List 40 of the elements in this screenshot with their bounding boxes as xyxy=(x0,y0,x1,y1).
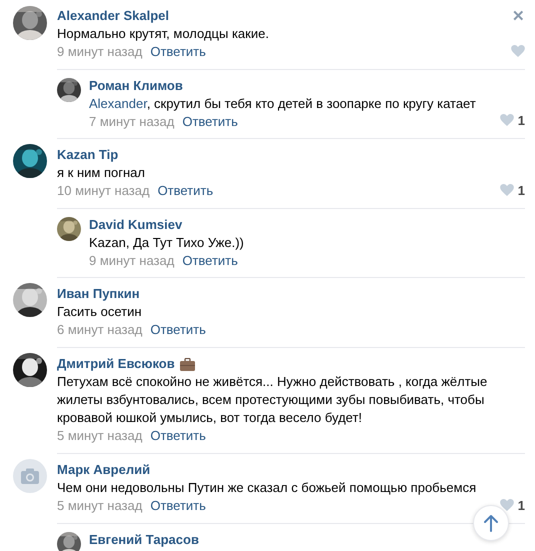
comment-text: Чем они недовольны Путин же сказал с божьей помощью пробьемся xyxy=(57,479,478,497)
heart-icon[interactable] xyxy=(500,114,514,126)
comment-text: Alexander, скрутил бы тебя кто детей в зоопарке по кругу катает xyxy=(89,95,477,113)
author-name[interactable]: David Kumsiev xyxy=(89,216,182,234)
reply-link[interactable]: Ответить xyxy=(150,321,206,339)
like-count: 1 xyxy=(518,498,525,512)
briefcase-icon xyxy=(180,358,195,370)
reply-link[interactable]: Ответить xyxy=(182,252,238,270)
comment-text: Петухам всё спокойно не живётся... Нужно действовать , когда жёлтые жилеты взбунтовались, всем протестующими зубы повыбивать, чтобы кровавой юшкой умылись, вот тогда весело будет! xyxy=(57,373,488,427)
reply-link[interactable]: Ответить xyxy=(182,113,238,131)
author-name[interactable]: Alexander Skalpel xyxy=(57,7,169,25)
like-count: 1 xyxy=(518,182,525,198)
comment-time: 6 минут назад xyxy=(57,321,142,339)
heart-icon[interactable] xyxy=(500,499,514,511)
comment-text: я к ним погнал xyxy=(57,164,146,182)
comment-time: 9 минут назад xyxy=(89,252,174,270)
like-count: 1 xyxy=(518,112,525,128)
comment-text: Нормально крутят, молодцы какие. xyxy=(57,25,270,43)
comment-time: 5 минут назад xyxy=(57,427,142,445)
reply-link[interactable]: Ответить xyxy=(150,427,206,445)
heart-icon[interactable] xyxy=(500,184,514,196)
reply-link[interactable]: Ответить xyxy=(158,182,214,200)
scroll-up-button[interactable] xyxy=(473,505,509,541)
comment-time: 9 минут назад xyxy=(57,43,142,61)
author-name[interactable]: Марк Аврелий xyxy=(57,461,150,479)
reply-link[interactable]: Ответить xyxy=(150,43,206,61)
arrow-up-icon xyxy=(483,514,499,532)
comment-time: 10 минут назад xyxy=(57,182,150,200)
comment-text: Kazan, Да Тут Тихо Уже.)) xyxy=(89,234,245,252)
author-name[interactable]: Дмитрий Евсюков xyxy=(57,355,175,373)
author-name[interactable]: Kazan Tip xyxy=(57,146,118,164)
heart-icon[interactable] xyxy=(511,45,525,57)
camera-icon xyxy=(13,459,47,493)
comment-time: 7 минут назад xyxy=(89,113,174,131)
author-name[interactable]: Иван Пупкин xyxy=(57,285,140,303)
author-name[interactable]: Роман Климов xyxy=(89,77,183,95)
author-name[interactable]: Евгений Тарасов xyxy=(89,531,199,549)
comment-time: 5 минут назад xyxy=(57,497,142,515)
reply-link[interactable]: Ответить xyxy=(150,497,206,515)
comment-text: Гасить осетин xyxy=(57,303,143,321)
